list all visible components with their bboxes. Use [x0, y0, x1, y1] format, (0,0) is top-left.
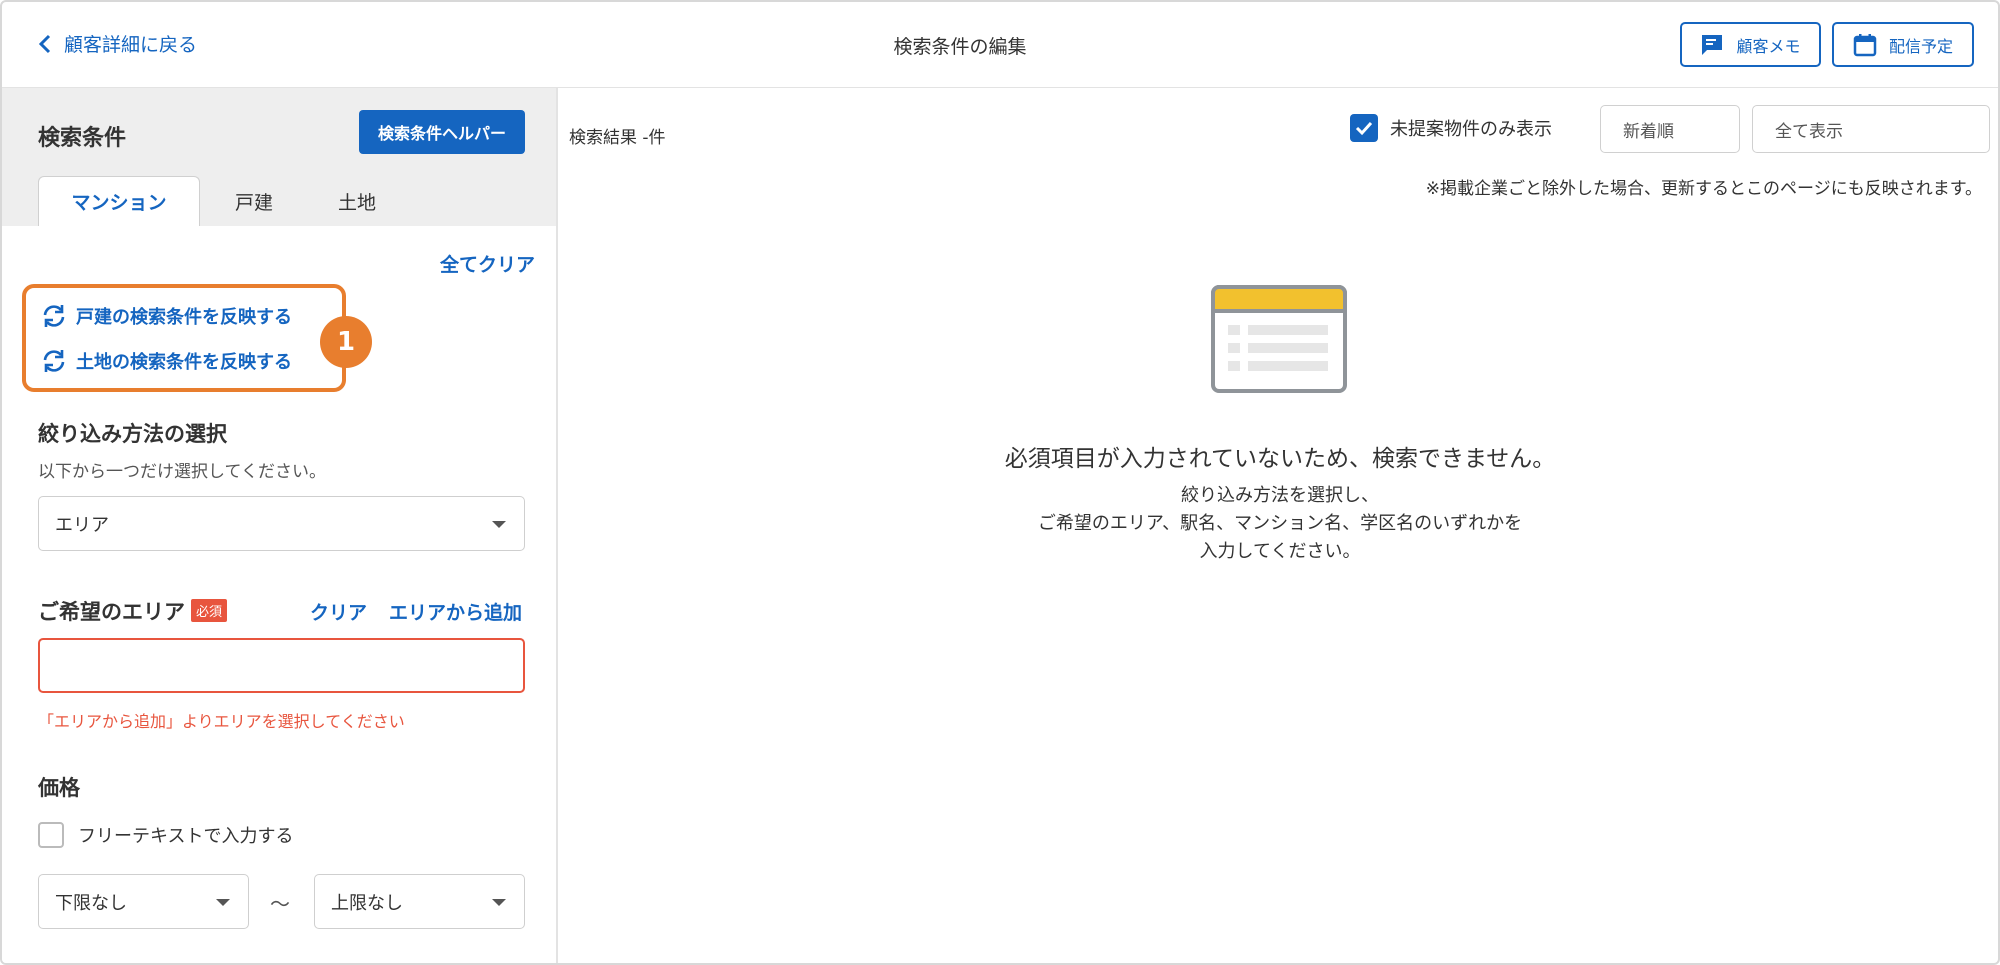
area-error-message: 「エリアから追加」よりエリアを選択してください [38, 712, 405, 731]
tab-land[interactable]: 土地 [308, 176, 406, 226]
price-title: 価格 [38, 776, 80, 800]
sort-order-select[interactable]: 新着順 [1600, 105, 1740, 153]
add-from-area-link[interactable]: エリアから追加 [389, 598, 522, 625]
required-badge: 必須 [191, 599, 228, 622]
conditions-header: 検索条件 検索条件ヘルパー マンション 戸建 土地 [2, 88, 556, 226]
empty-state-line: 入力してください。 [1199, 541, 1361, 562]
callout-number-badge: 1 [320, 316, 372, 368]
price-range-separator: 〜 [270, 892, 290, 916]
search-conditions-panel: 検索条件 検索条件ヘルパー マンション 戸建 土地 全てクリア 戸建の検索条件を… [2, 88, 558, 963]
tab-house[interactable]: 戸建 [200, 176, 308, 226]
caret-down-icon [492, 898, 506, 906]
price-min-select[interactable]: 下限なし [38, 874, 249, 929]
price-max-select[interactable]: 上限なし [314, 874, 525, 929]
tab-mansion[interactable]: マンション [38, 176, 200, 226]
reflect-house-label: 戸建の検索条件を反映する [76, 307, 292, 328]
area-input[interactable] [38, 638, 525, 693]
free-text-checkbox-row[interactable]: フリーテキストで入力する [38, 822, 293, 848]
unproposed-only-checkbox[interactable] [1350, 114, 1378, 142]
display-filter-select[interactable]: 全て表示 [1752, 105, 1990, 153]
empty-state-description: 絞り込み方法を選択し、 ご希望のエリア、駅名、マンション名、学区名のいずれかを … [558, 482, 1998, 566]
page-title: 検索条件の編集 [893, 36, 1027, 58]
free-text-checkbox[interactable] [38, 822, 64, 848]
empty-state-line: ご希望のエリア、駅名、マンション名、学区名のいずれかを [1037, 513, 1523, 534]
comment-icon [1702, 34, 1723, 55]
customer-memo-button[interactable]: 顧客メモ [1680, 22, 1821, 67]
clear-all-link[interactable]: 全てクリア [440, 250, 535, 277]
empty-table-icon [1211, 285, 1347, 393]
empty-state-title: 必須項目が入力されていないため、検索できません。 [1004, 446, 1556, 472]
filter-method-select[interactable]: エリア [38, 496, 525, 551]
conditions-title: 検索条件 [38, 126, 127, 151]
app-window: 顧客詳細に戻る 検索条件の編集 顧客メモ 配信予定 検索条件 検索条件ヘルパー … [0, 0, 2000, 965]
filter-method-value: エリア [55, 514, 109, 536]
delivery-schedule-button[interactable]: 配信予定 [1832, 22, 1974, 67]
reflect-land-label: 土地の検索条件を反映する [76, 352, 292, 373]
exclusion-note: ※掲載企業ごと除外した場合、更新するとこのページにも反映されます。 [1425, 179, 1982, 199]
delivery-schedule-label: 配信予定 [1888, 36, 1953, 56]
unproposed-only-label: 未提案物件のみ表示 [1390, 119, 1552, 140]
callout-highlight-box [22, 284, 346, 392]
caret-down-icon [492, 520, 506, 528]
sync-icon [43, 350, 65, 372]
filter-method-title: 絞り込み方法の選択 [38, 422, 227, 446]
customer-memo-label: 顧客メモ [1736, 36, 1801, 56]
area-title: ご希望のエリア 必須 [38, 596, 228, 626]
caret-down-icon [216, 898, 230, 906]
unproposed-only-toggle[interactable]: 未提案物件のみ表示 [1350, 114, 1552, 142]
area-title-label: ご希望のエリア [38, 600, 185, 624]
top-header: 顧客詳細に戻る 検索条件の編集 顧客メモ 配信予定 [2, 2, 1998, 88]
area-clear-link[interactable]: クリア [310, 598, 367, 625]
reflect-land-conditions-link[interactable]: 土地の検索条件を反映する [40, 348, 292, 374]
sync-icon [43, 305, 65, 327]
reflect-house-conditions-link[interactable]: 戸建の検索条件を反映する [40, 303, 292, 329]
price-max-value: 上限なし [331, 892, 403, 914]
empty-state-line: 絞り込み方法を選択し、 [1181, 485, 1379, 506]
filter-method-hint: 以下から一つだけ選択してください。 [38, 462, 326, 482]
free-text-label: フリーテキストで入力する [78, 826, 294, 847]
conditions-helper-button[interactable]: 検索条件ヘルパー [359, 110, 525, 154]
price-min-value: 下限なし [55, 892, 127, 914]
calendar-icon [1853, 33, 1877, 56]
check-icon [1355, 121, 1373, 136]
results-count: 検索結果 -件 [569, 128, 666, 148]
property-type-tabs: マンション 戸建 土地 [38, 176, 406, 226]
